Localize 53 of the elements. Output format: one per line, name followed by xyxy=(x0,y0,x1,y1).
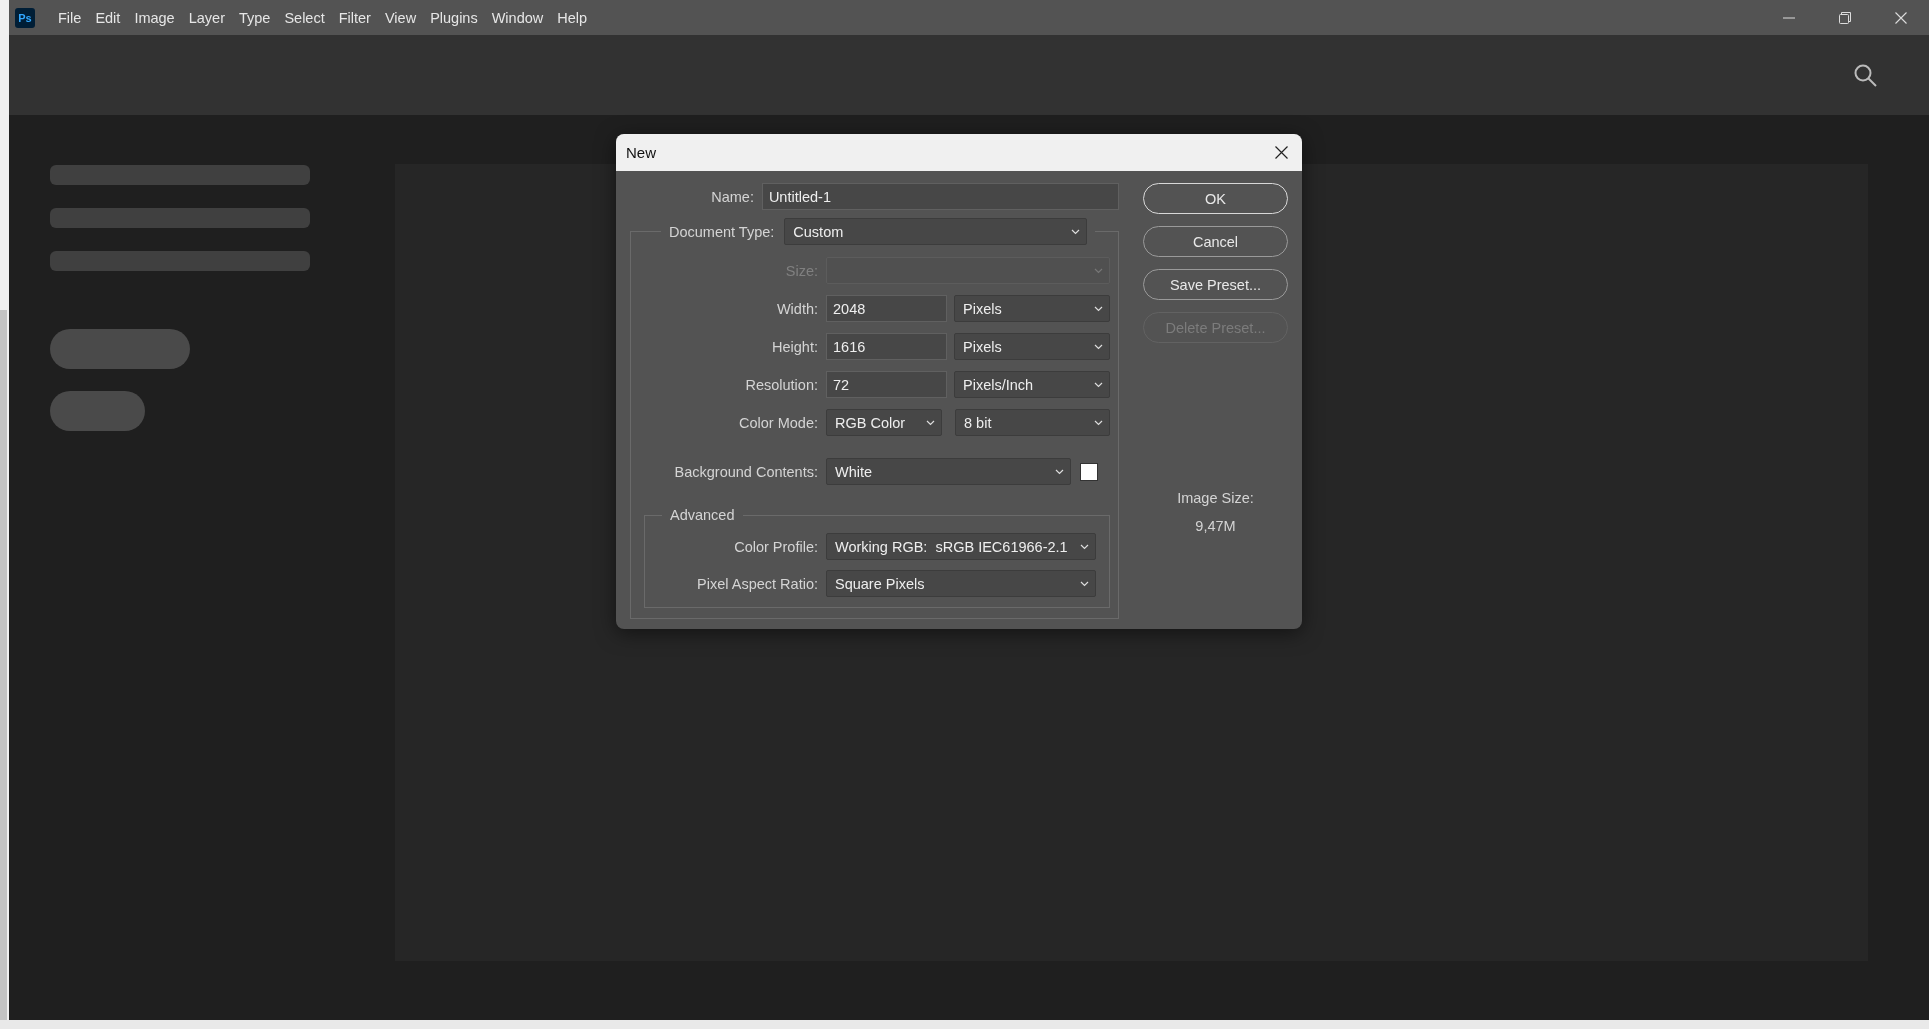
field-label: Pixel Aspect Ratio: xyxy=(696,575,818,592)
field-label: Height: xyxy=(771,338,818,355)
field-label: Resolution: xyxy=(744,376,818,393)
app-logo: Ps xyxy=(15,7,35,28)
unit-dropdown[interactable]: Pixels xyxy=(954,295,1110,322)
group-title: Advanced xyxy=(669,507,736,523)
chevron-icon xyxy=(1094,267,1103,274)
dropdown[interactable]: RGB Color xyxy=(826,409,942,436)
field-label: Background Contents: xyxy=(673,463,818,480)
dialog-title: New xyxy=(626,144,656,161)
field-label: Color Profile: xyxy=(733,538,818,555)
menu-item[interactable]: Window xyxy=(484,9,551,26)
name-field[interactable]: Untitled-1 xyxy=(761,183,1119,210)
menu-item[interactable]: Layer xyxy=(181,9,232,26)
document-type-dropdown[interactable]: Custom xyxy=(784,218,1088,245)
menu-item[interactable]: Edit xyxy=(88,9,128,26)
field-label: Width: xyxy=(775,300,818,317)
chevron-icon xyxy=(1094,343,1103,350)
image-size-value: 9,47M xyxy=(1195,518,1236,534)
field-label: Color Mode: xyxy=(738,414,818,431)
dropdown[interactable]: Working RGB: sRGB IEC61966-2.1 xyxy=(826,533,1096,560)
dropdown[interactable]: Square Pixels xyxy=(826,570,1096,597)
chevron-icon xyxy=(1094,381,1103,388)
chevron-icon xyxy=(1094,419,1103,426)
chevron-icon xyxy=(1055,468,1064,475)
color-swatch[interactable] xyxy=(1080,462,1098,481)
restore-icon[interactable] xyxy=(1839,11,1851,24)
field-label: Name: xyxy=(710,188,754,205)
chevron-icon xyxy=(1071,228,1081,235)
menu-item[interactable]: File xyxy=(51,9,89,26)
input-field[interactable]: 72 xyxy=(826,371,947,398)
search-icon[interactable] xyxy=(1853,63,1877,87)
menu-item[interactable]: Plugins xyxy=(423,9,485,26)
scrollbar[interactable] xyxy=(0,310,7,1020)
field-label: Document Type: xyxy=(669,223,775,240)
chevron-icon xyxy=(1080,543,1089,550)
chevron-icon xyxy=(926,419,935,426)
menu-item[interactable]: Select xyxy=(277,9,332,26)
image-size-label: Image Size: xyxy=(1177,490,1254,506)
input-field[interactable]: 2048 xyxy=(826,295,947,322)
dropdown[interactable]: 8 bit xyxy=(955,409,1110,436)
dropdown[interactable]: White xyxy=(826,458,1071,485)
unit-dropdown[interactable]: Pixels xyxy=(954,333,1110,360)
menu-item[interactable]: Filter xyxy=(331,9,378,26)
menu-item[interactable]: Type xyxy=(231,9,278,26)
close-icon[interactable] xyxy=(1275,146,1288,159)
menu-item[interactable]: Image xyxy=(127,9,182,26)
input-field[interactable]: 1616 xyxy=(826,333,947,360)
chevron-icon xyxy=(1094,305,1103,312)
menu-item[interactable]: Help xyxy=(550,9,595,26)
unit-dropdown[interactable]: Pixels/Inch xyxy=(954,371,1110,398)
menu-item[interactable]: View xyxy=(377,9,424,26)
chevron-icon xyxy=(1080,580,1089,587)
